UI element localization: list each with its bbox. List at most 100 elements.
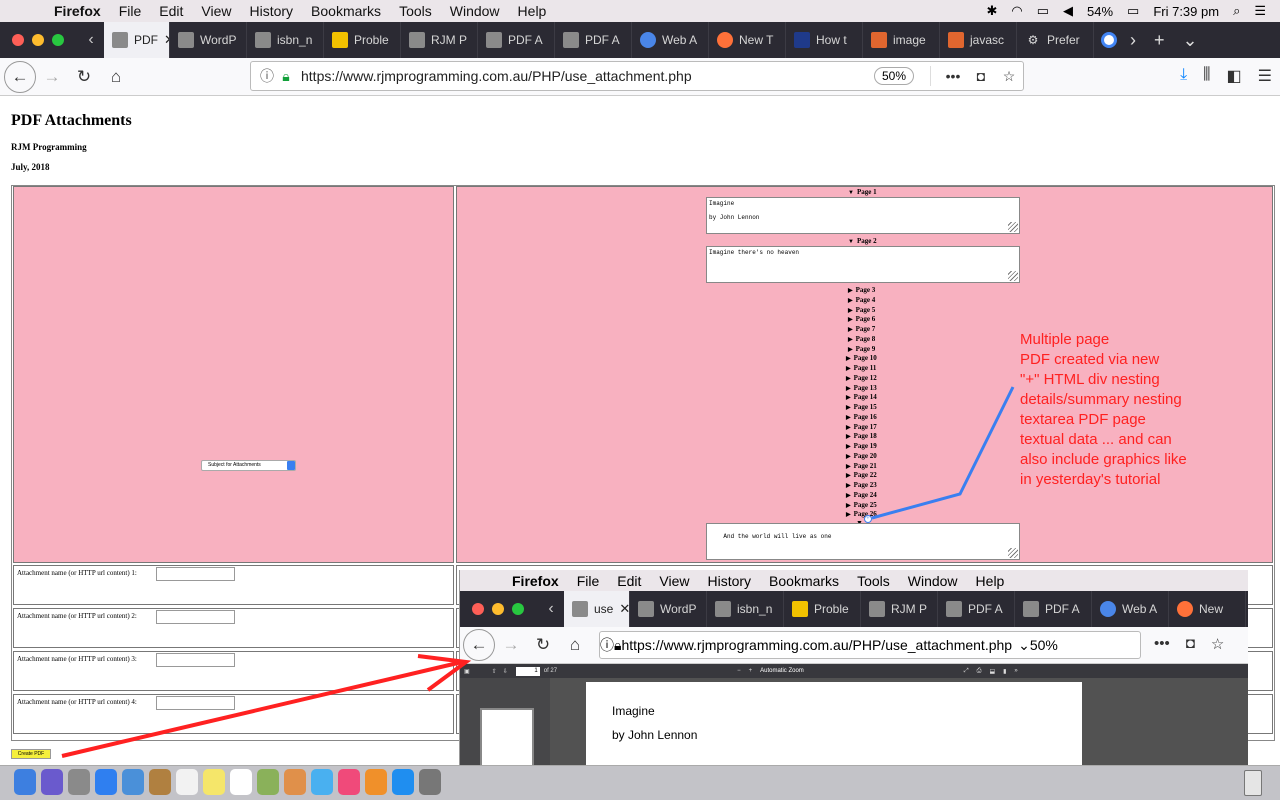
page-summary[interactable]: ▶ Page 24 (846, 491, 877, 499)
page-summary[interactable]: ▶ Page 8 (848, 335, 875, 343)
tab-item[interactable]: RJM P (401, 22, 478, 58)
menu-file[interactable]: File (110, 3, 151, 19)
page-summary[interactable]: ▶ Page 20 (846, 452, 877, 460)
page-summary[interactable]: ▶ Page 25 (846, 501, 877, 509)
battery-percent[interactable]: 54% (1087, 4, 1113, 19)
page-actions-icon[interactable]: ••• (939, 68, 967, 84)
pocket-icon[interactable]: ◘ (967, 68, 995, 84)
hamburger-menu-icon[interactable]: ☰ (1258, 66, 1272, 86)
attachment-input-4[interactable] (156, 696, 235, 710)
sidebar-icon[interactable]: ◧ (1227, 66, 1242, 86)
back-icon[interactable]: ← (4, 60, 36, 93)
tabs-scroll-left-icon[interactable]: ‹ (78, 31, 104, 49)
reminders-icon[interactable] (230, 769, 252, 795)
library-icon[interactable]: ⫼ (1203, 66, 1210, 86)
tabs-scroll-right-icon[interactable]: › (1130, 30, 1136, 51)
url-bar[interactable]: ⓘ 🔒︎ https://www.rjmprogramming.com.au/P… (250, 61, 1024, 91)
page-summary[interactable]: ▶ Page 9 (848, 345, 875, 353)
ibooks-icon[interactable] (365, 769, 387, 795)
menu-view[interactable]: View (192, 3, 240, 19)
page-summary[interactable]: ▶ Page 26 (846, 510, 877, 518)
attachment-input-2[interactable] (156, 610, 235, 624)
info-icon[interactable]: ⓘ (257, 66, 277, 86)
tab-item[interactable]: ⚙ Prefer (1017, 22, 1094, 58)
trash-icon[interactable] (1244, 770, 1262, 796)
page-summary[interactable]: ▼ Page 1 (848, 188, 877, 196)
menu-window[interactable]: Window (441, 3, 509, 19)
page-summary[interactable]: ▶ Page 23 (846, 481, 877, 489)
page-summary[interactable]: ▶ Page 12 (846, 374, 877, 382)
resize-grip-icon[interactable] (1008, 548, 1018, 558)
maps-icon[interactable] (257, 769, 279, 795)
tab-google[interactable] (1094, 32, 1124, 48)
tab-item[interactable]: javasc (940, 22, 1017, 58)
tab-pdf-attachments[interactable]: PDF ✕ (104, 22, 170, 58)
minimize-window-icon[interactable] (32, 34, 44, 46)
forward-icon[interactable]: → (36, 61, 68, 93)
page-textarea[interactable]: Imagine by John Lennon (706, 197, 1020, 234)
tab-item[interactable]: PDF A (555, 22, 632, 58)
menu-history[interactable]: History (240, 3, 302, 19)
puzzle-icon[interactable]: ✱ (986, 3, 997, 19)
new-tab-icon[interactable]: + (1154, 30, 1165, 51)
tab-item[interactable]: image (863, 22, 940, 58)
menu-bookmarks[interactable]: Bookmarks (302, 3, 390, 19)
reload-icon[interactable]: ↻ (68, 61, 100, 93)
page-summary[interactable]: ▶ Page 19 (846, 442, 877, 450)
airplay-icon[interactable]: ▭ (1037, 3, 1049, 19)
page-summary[interactable]: ▶ Page 18 (846, 432, 877, 440)
clock[interactable]: Fri 7:39 pm (1153, 4, 1219, 19)
fullscreen-window-icon[interactable] (52, 34, 64, 46)
app-store-icon[interactable] (392, 769, 414, 795)
notes-icon[interactable] (203, 769, 225, 795)
page-textarea[interactable]: Imagine there's no heaven (706, 246, 1020, 283)
tab-item[interactable]: PDF A (478, 22, 555, 58)
photos-icon[interactable] (284, 769, 306, 795)
finder-icon[interactable] (14, 769, 36, 795)
contacts-icon[interactable] (149, 769, 171, 795)
tab-item[interactable]: Proble (324, 22, 401, 58)
resize-grip-icon[interactable] (1008, 271, 1018, 281)
page-summary[interactable]: ▶ Page 11 (846, 364, 876, 372)
page-summary[interactable]: ▼ Page 2 (848, 237, 877, 245)
resize-grip-icon[interactable] (1008, 222, 1018, 232)
home-icon[interactable]: ⌂ (100, 61, 132, 93)
volume-icon[interactable]: ◀ (1063, 3, 1073, 19)
close-window-icon[interactable] (12, 34, 24, 46)
page-summary[interactable]: ▶ Page 3 (848, 286, 875, 294)
battery-icon[interactable]: ▭ (1127, 3, 1139, 19)
siri-icon[interactable] (41, 769, 63, 795)
calendar-icon[interactable] (176, 769, 198, 795)
preview-icon[interactable] (122, 769, 144, 795)
page-summary[interactable]: ▶ Page 13 (846, 384, 877, 392)
add-page-plus-button[interactable]: + (864, 515, 872, 523)
wifi-icon[interactable]: ◠ (1011, 3, 1022, 19)
page-summary[interactable]: ▶ Page 15 (846, 403, 877, 411)
page-summary[interactable]: ▶ Page 7 (848, 325, 875, 333)
menu-help[interactable]: Help (509, 3, 556, 19)
launchpad-icon[interactable] (68, 769, 90, 795)
attachment-input-1[interactable] (156, 567, 235, 581)
zoom-badge[interactable]: 50% (873, 67, 914, 85)
itunes-icon[interactable] (338, 769, 360, 795)
page-summary[interactable]: ▶ Page 10 (846, 354, 877, 362)
notification-center-icon[interactable]: ☰ (1254, 3, 1266, 19)
tab-item[interactable]: isbn_n (247, 22, 324, 58)
menu-edit[interactable]: Edit (150, 3, 192, 19)
download-icon[interactable]: ⤓ (1180, 66, 1187, 86)
tab-item[interactable]: How t (786, 22, 863, 58)
lock-icon[interactable]: 🔒︎ (277, 68, 295, 85)
last-page-textarea[interactable]: And the world will live as one (706, 523, 1020, 560)
messages-icon[interactable] (311, 769, 333, 795)
page-summary[interactable]: ▶ Page 4 (848, 296, 875, 304)
page-summary[interactable]: ▶ Page 16 (846, 413, 877, 421)
page-summary[interactable]: ▶ Page 22 (846, 471, 877, 479)
list-tabs-icon[interactable]: ⌄ (1183, 30, 1198, 51)
subject-select[interactable]: Subject for Attachments (201, 460, 296, 471)
page-summary[interactable]: ▶ Page 14 (846, 393, 877, 401)
page-summary[interactable]: ▶ Page 17 (846, 423, 877, 431)
page-summary[interactable]: ▶ Page 6 (848, 315, 875, 323)
attachment-input-3[interactable] (156, 653, 235, 667)
menu-app-firefox[interactable]: Firefox (40, 3, 110, 19)
page-summary[interactable]: ▶ Page 5 (848, 306, 875, 314)
